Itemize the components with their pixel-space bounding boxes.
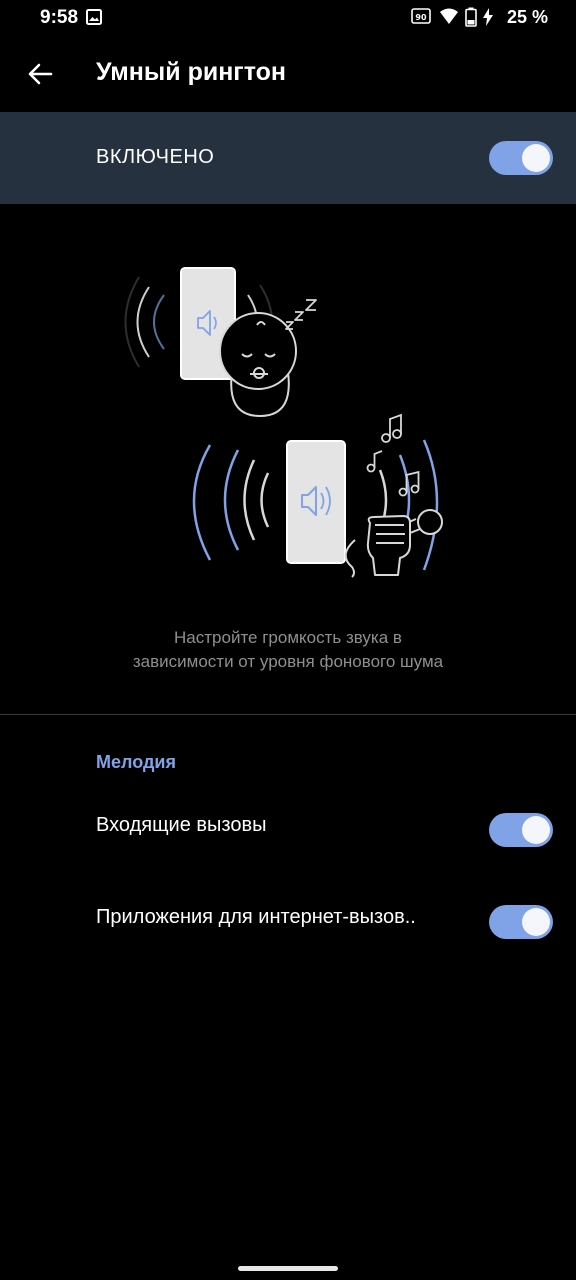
setting-label-internet-call-apps: Приложения для интернет-вызов.. (96, 906, 416, 928)
feature-description: Настройте громкость звука в зависимости … (0, 626, 576, 674)
microphone-hand-icon (344, 509, 443, 578)
status-bar: 9:58 90 25 % (0, 0, 576, 36)
music-notes-icon (366, 413, 420, 497)
sleeping-baby-icon (219, 312, 297, 418)
navigation-handle[interactable] (238, 1266, 338, 1271)
setting-row-incoming-calls[interactable]: Входящие вызовы (0, 784, 576, 876)
status-time: 9:58 (40, 7, 79, 28)
battery-percent: 25 % (506, 6, 548, 27)
arrow-back-icon (28, 63, 53, 85)
section-header-melody: Мелодия (96, 752, 176, 772)
wifi-icon (439, 8, 458, 24)
setting-label-incoming-calls: Входящие вызовы (96, 814, 267, 836)
setting-row-internet-call-apps[interactable]: Приложения для интернет-вызов.. (0, 876, 576, 968)
smart-ringtone-illustration (124, 267, 443, 578)
toggle-knob (522, 908, 550, 936)
gallery-icon (86, 9, 102, 25)
master-switch-label: ВКЛЮЧЕНО (96, 146, 215, 168)
zzz-icon (285, 299, 317, 330)
data-saver-icon: 90 (411, 8, 431, 24)
battery-icon (465, 7, 477, 27)
internet-call-apps-toggle[interactable] (489, 905, 553, 939)
toggle-knob (522, 816, 550, 844)
divider (0, 714, 576, 715)
phone-speaker-loud-icon (286, 440, 346, 564)
app-bar: Умный рингтон (0, 36, 576, 112)
master-toggle[interactable] (489, 141, 553, 175)
back-button[interactable] (22, 56, 58, 92)
master-switch-row[interactable]: ВКЛЮЧЕНО (0, 112, 576, 204)
svg-text:90: 90 (415, 13, 427, 22)
charging-bolt-icon (482, 8, 493, 26)
status-icons: 90 25 % (411, 6, 548, 28)
description-line-1: Настройте громкость звука в (174, 628, 402, 647)
description-line-2: зависимости от уровня фонового шума (132, 652, 444, 671)
page-title: Умный рингтон (96, 58, 287, 86)
incoming-calls-toggle[interactable] (489, 813, 553, 847)
toggle-knob (522, 144, 550, 172)
